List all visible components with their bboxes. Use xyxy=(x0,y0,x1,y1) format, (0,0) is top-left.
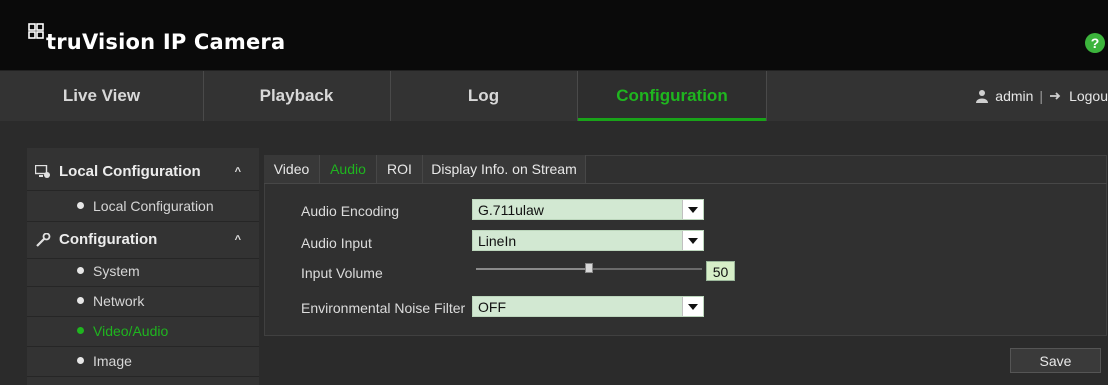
chevron-up-icon[interactable]: ^ xyxy=(235,154,241,190)
bullet-icon xyxy=(77,357,84,364)
logout-icon[interactable] xyxy=(1049,89,1063,103)
tab-audio[interactable]: Audio xyxy=(320,155,377,183)
logout-link[interactable]: Logou xyxy=(1069,88,1108,104)
user-area: admin | Logou xyxy=(975,71,1108,121)
bullet-icon xyxy=(77,327,84,334)
bullet-icon xyxy=(77,297,84,304)
sidebar-item-image[interactable]: Image xyxy=(27,346,259,377)
brand-name: truVision IP Camera xyxy=(46,30,286,54)
input-volume-label: Input Volume xyxy=(301,265,383,281)
tab-playback[interactable]: Playback xyxy=(203,71,391,121)
tab-log[interactable]: Log xyxy=(390,71,578,121)
brand-title: truVision IP Camera xyxy=(28,23,286,54)
sidebar-item-label: Video/Audio xyxy=(93,323,169,339)
audio-input-select[interactable]: LineIn xyxy=(472,230,704,251)
sidebar-item-video-audio[interactable]: Video/Audio xyxy=(27,316,259,347)
chevron-down-icon[interactable] xyxy=(682,200,703,219)
wrench-icon xyxy=(36,233,51,247)
sidebar-item-system[interactable]: System xyxy=(27,256,259,287)
bullet-icon xyxy=(77,267,84,274)
audio-encoding-select[interactable]: G.711ulaw xyxy=(472,199,704,220)
volume-value-field[interactable]: 50 xyxy=(706,261,735,281)
sidebar: Local Configuration ^ Local Configuratio… xyxy=(27,148,259,385)
sidebar-item-label: Image xyxy=(93,353,132,369)
bullet-icon xyxy=(77,202,84,209)
volume-slider-thumb[interactable] xyxy=(585,263,593,273)
sidebar-group-label: Local Configuration xyxy=(59,163,201,180)
tab-video[interactable]: Video xyxy=(264,155,320,183)
chevron-down-icon[interactable] xyxy=(682,231,703,250)
sidebar-item-label: Local Configuration xyxy=(93,198,214,214)
top-header: truVision IP Camera ? xyxy=(0,0,1108,70)
sidebar-item-local-configuration[interactable]: Local Configuration xyxy=(27,191,259,222)
sidebar-item-label: Network xyxy=(93,293,145,309)
username: admin xyxy=(995,88,1034,104)
subtabs-divider xyxy=(264,183,1107,184)
truvision-logo-icon xyxy=(28,23,44,39)
noise-filter-label: Environmental Noise Filter xyxy=(301,300,466,316)
chevron-down-icon[interactable] xyxy=(682,297,703,316)
sidebar-group-label: Configuration xyxy=(59,231,158,248)
save-button[interactable]: Save xyxy=(1010,348,1101,373)
user-separator: | xyxy=(1039,88,1044,104)
help-icon[interactable]: ? xyxy=(1085,33,1105,53)
user-icon xyxy=(976,90,989,103)
audio-encoding-label: Audio Encoding xyxy=(301,203,400,219)
audio-input-value: LineIn xyxy=(478,233,517,249)
sidebar-item-label: System xyxy=(93,263,140,279)
tab-roi[interactable]: ROI xyxy=(377,155,423,183)
chevron-up-icon[interactable]: ^ xyxy=(235,222,241,258)
noise-filter-value: OFF xyxy=(478,299,506,315)
noise-filter-select[interactable]: OFF xyxy=(472,296,704,317)
volume-slider-fill xyxy=(476,268,589,270)
sidebar-group-local-configuration[interactable]: Local Configuration ^ xyxy=(27,154,259,191)
local-config-icon xyxy=(35,165,50,178)
audio-encoding-value: G.711ulaw xyxy=(478,202,544,218)
main-nav: Live View Playback Log Configuration adm… xyxy=(0,70,1108,121)
sidebar-item-network[interactable]: Network xyxy=(27,286,259,317)
audio-input-label: Audio Input xyxy=(301,235,372,251)
sidebar-group-configuration[interactable]: Configuration ^ xyxy=(27,222,259,259)
tab-configuration[interactable]: Configuration xyxy=(578,71,767,121)
tab-display-info[interactable]: Display Info. on Stream xyxy=(423,155,586,183)
tab-live-view[interactable]: Live View xyxy=(0,71,204,121)
